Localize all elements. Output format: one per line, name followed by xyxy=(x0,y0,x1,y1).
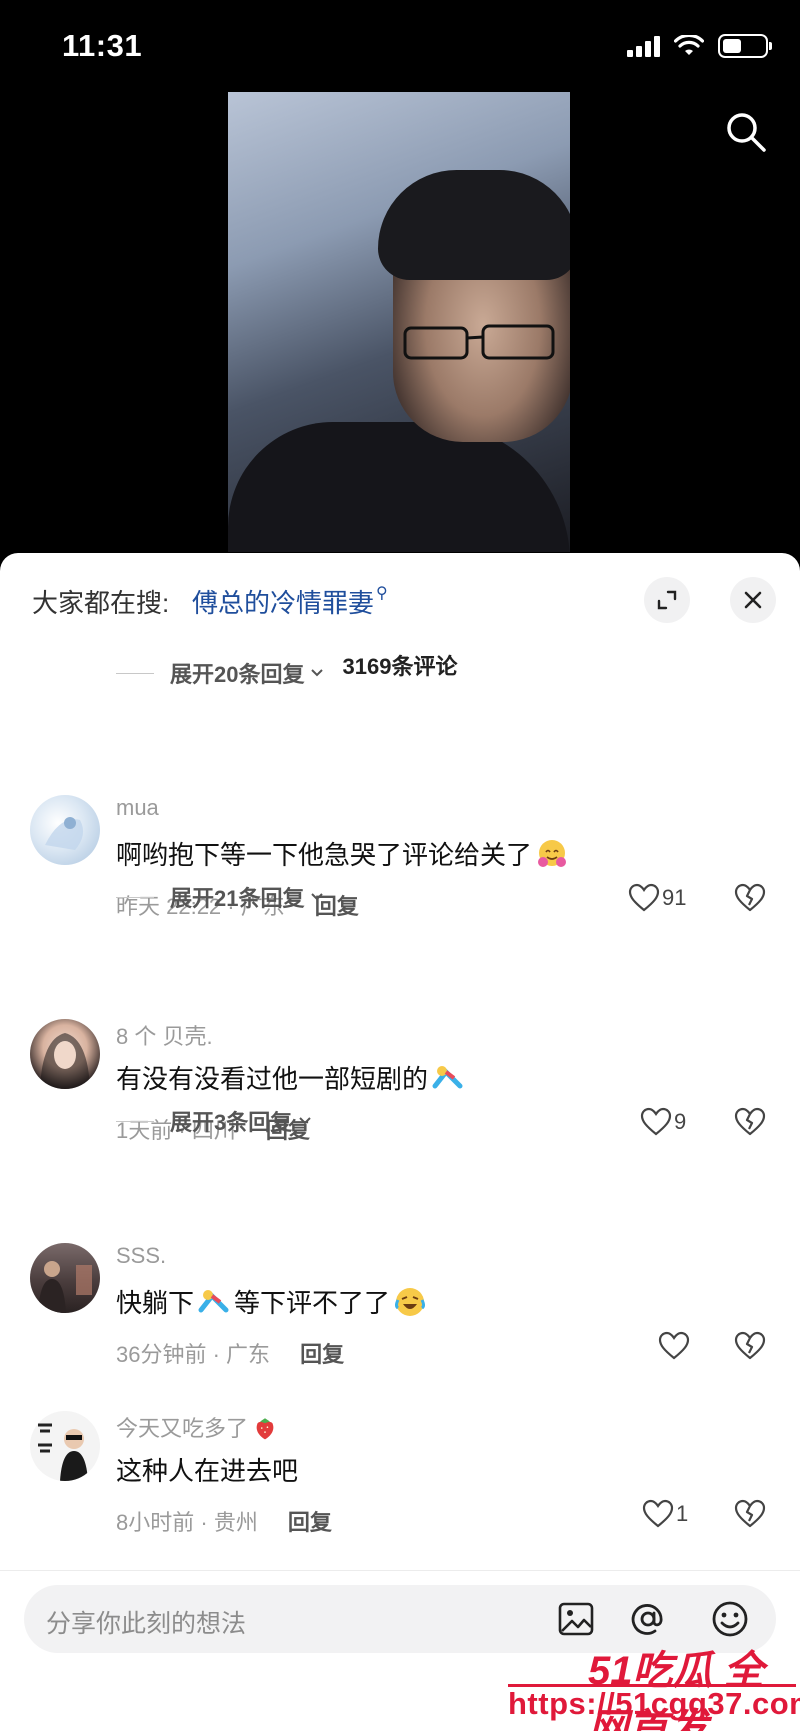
heart-icon xyxy=(642,1499,674,1528)
watermark-url: https://51cgg37.com xyxy=(508,1686,800,1721)
sliding-emoji-icon xyxy=(432,1065,463,1088)
reply-button[interactable]: 回复 xyxy=(300,1342,344,1367)
comment-text: 有没有没看过他一部短剧的 xyxy=(116,1059,464,1096)
heart-icon xyxy=(628,883,660,912)
wifi-icon xyxy=(674,35,704,55)
close-icon xyxy=(744,591,762,609)
divider xyxy=(0,1570,800,1571)
comment-meta: 8小时前 · 贵州 回复 xyxy=(116,1510,332,1535)
like-count: 1 xyxy=(676,1501,689,1526)
expand-icon xyxy=(657,590,677,610)
status-time: 11:31 xyxy=(62,28,143,63)
cellular-signal-icon xyxy=(627,35,660,57)
comment-username[interactable]: 8 个 贝壳. xyxy=(116,1019,213,1051)
video-player[interactable] xyxy=(0,92,800,552)
expand-replies-button[interactable]: 展开3条回复 xyxy=(116,1105,312,1137)
comment-text: 这种人在进去吧 xyxy=(116,1456,299,1486)
comment-text: 啊哟抱下等一下他急哭了评论给关了 xyxy=(116,835,568,872)
like-count: 91 xyxy=(662,885,687,910)
hot-search-link[interactable]: 傅总的冷情罪妻 ⚲ xyxy=(192,583,388,620)
broken-heart-icon[interactable] xyxy=(734,1107,766,1137)
battery-icon xyxy=(718,34,772,58)
broken-heart-icon[interactable] xyxy=(734,1331,766,1361)
strawberry-emoji-icon xyxy=(256,1418,274,1440)
comment-text: 快躺下 等下评不了了 xyxy=(116,1283,426,1320)
broken-heart-icon[interactable] xyxy=(734,883,766,913)
status-bar: 11:31 xyxy=(0,0,800,92)
avatar[interactable] xyxy=(30,795,100,865)
heart-icon xyxy=(658,1331,690,1360)
comment-input-placeholder[interactable]: 分享你此刻的想法 xyxy=(46,1604,246,1640)
comments-sheet: 大家都在搜: 傅总的冷情罪妻 ⚲ 3169条评论 展开20条回复 mua 啊哟抱下… xyxy=(0,553,800,1731)
like-count: 9 xyxy=(674,1109,687,1134)
heart-icon xyxy=(640,1107,672,1136)
search-icon[interactable] xyxy=(724,110,768,154)
comment-username[interactable]: SSS. xyxy=(116,1243,166,1269)
comment-username[interactable]: 今天又吃多了 xyxy=(116,1411,278,1443)
chevron-down-icon xyxy=(311,669,324,677)
like-button[interactable]: 91 xyxy=(628,883,686,913)
comment-meta: 36分钟前 · 广东 回复 xyxy=(116,1342,345,1367)
comment-username[interactable]: mua xyxy=(116,795,159,821)
like-button[interactable]: 1 xyxy=(642,1499,688,1529)
avatar[interactable] xyxy=(30,1243,100,1313)
status-icons xyxy=(627,34,772,58)
expand-replies-button[interactable]: 展开21条回复 xyxy=(116,881,324,913)
hot-search-prefix: 大家都在搜: xyxy=(32,588,170,618)
expand-sheet-button[interactable] xyxy=(644,577,690,623)
chevron-down-icon xyxy=(299,1117,311,1125)
video-frame xyxy=(228,92,570,552)
broken-heart-icon[interactable] xyxy=(734,1499,766,1529)
laughing-crying-emoji-icon xyxy=(395,1287,426,1316)
like-button[interactable]: 9 xyxy=(640,1107,686,1137)
mention-icon[interactable] xyxy=(628,1599,668,1639)
reply-button[interactable]: 回复 xyxy=(288,1510,332,1535)
image-icon[interactable] xyxy=(556,1599,596,1639)
expand-replies-button[interactable]: 展开20条回复 xyxy=(116,657,324,689)
glasses-shape xyxy=(403,324,555,360)
sliding-emoji-icon xyxy=(198,1289,229,1312)
small-search-icon: ⚲ xyxy=(376,585,388,602)
avatar[interactable] xyxy=(30,1411,100,1481)
like-button[interactable] xyxy=(658,1331,692,1361)
avatar[interactable] xyxy=(30,1019,100,1089)
sheet-header: 大家都在搜: 傅总的冷情罪妻 ⚲ xyxy=(0,553,800,643)
close-sheet-button[interactable] xyxy=(730,577,776,623)
emoji-icon[interactable] xyxy=(710,1599,750,1639)
hugging-emoji-icon xyxy=(538,839,567,867)
chevron-down-icon xyxy=(311,893,324,901)
